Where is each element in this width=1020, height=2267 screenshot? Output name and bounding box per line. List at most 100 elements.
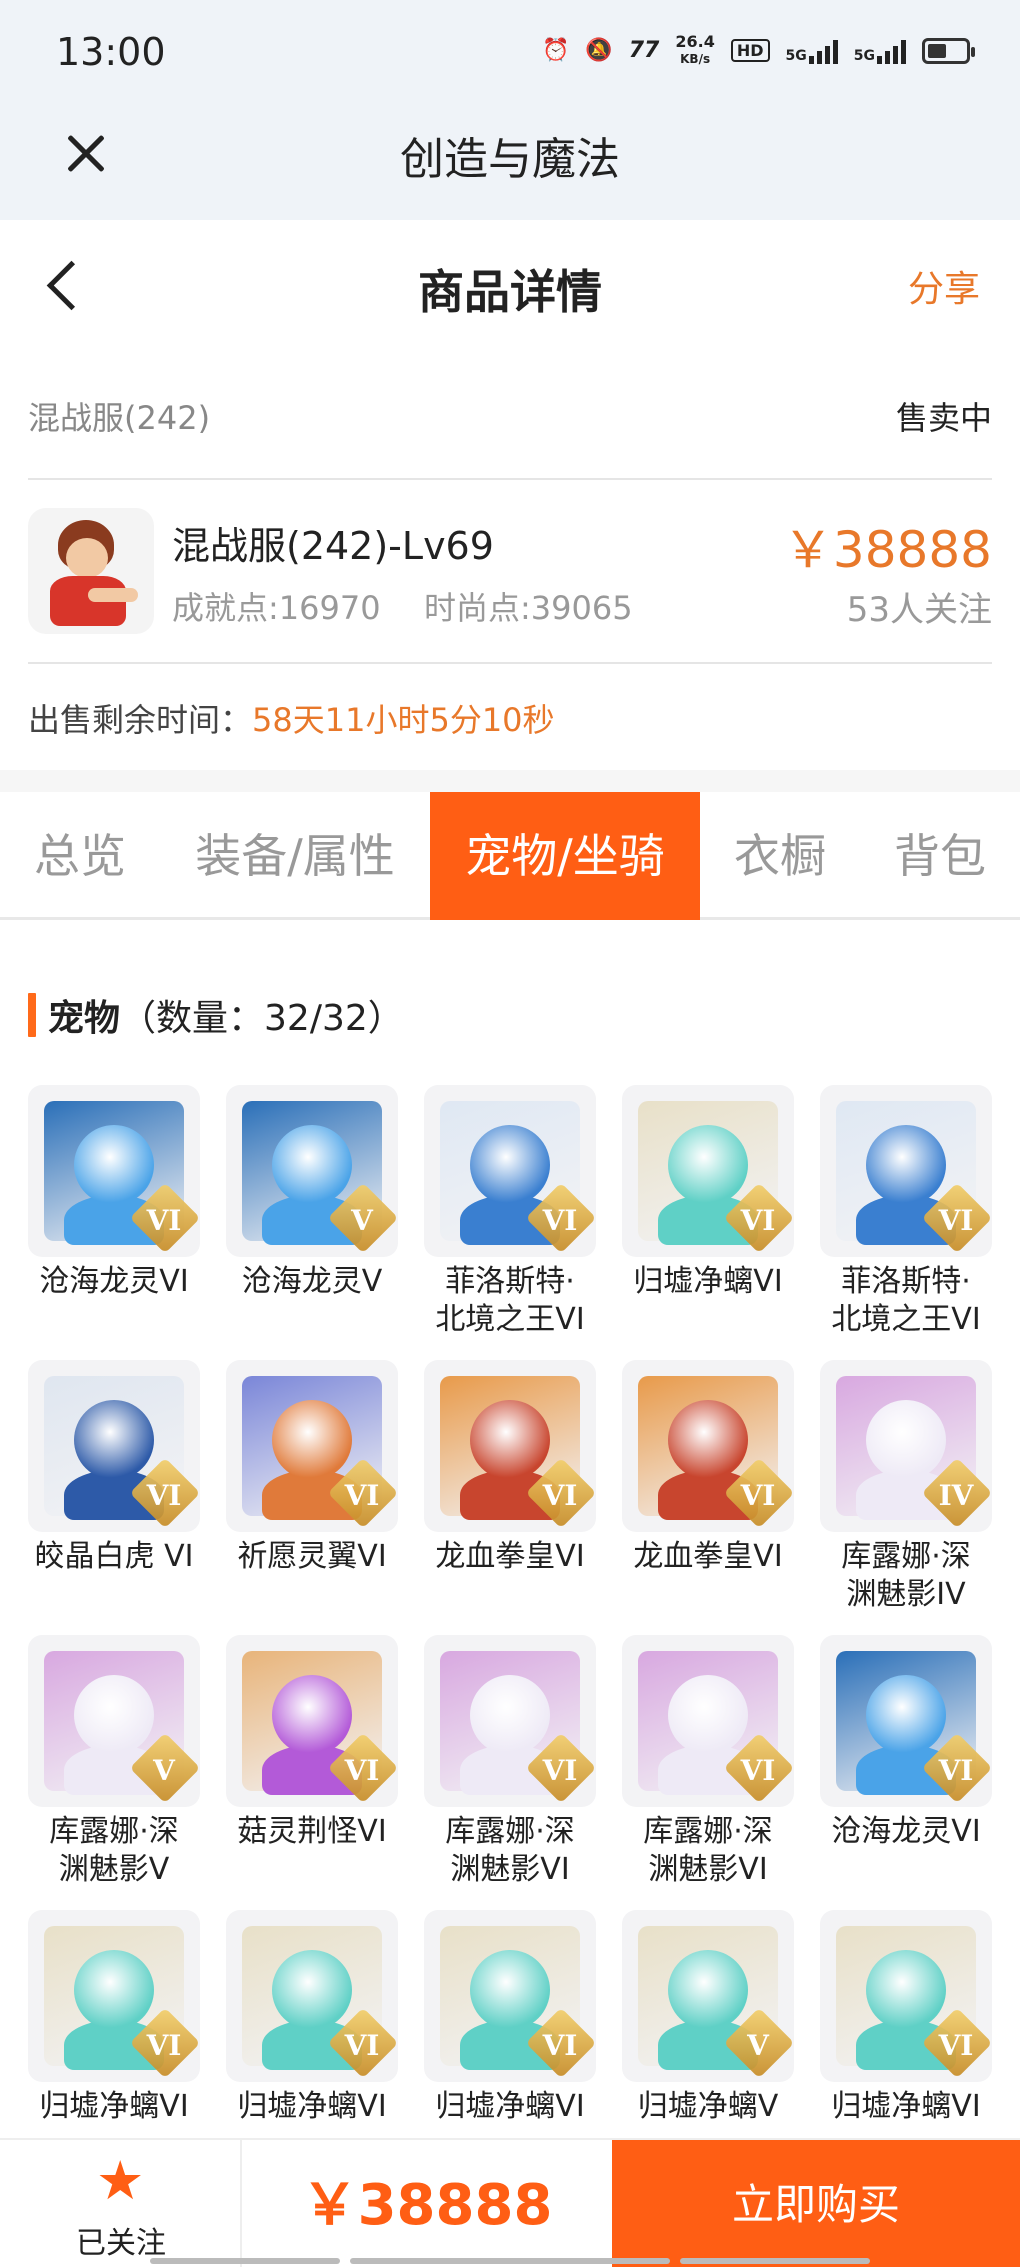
pet-card[interactable]: VI 归墟净螭VI bbox=[226, 1910, 398, 2126]
grade-badge-text: VI bbox=[740, 1479, 776, 1512]
grade-badge-text: VI bbox=[740, 1204, 776, 1237]
pet-card[interactable]: VI 菲洛斯特· 北境之王VI bbox=[424, 1085, 596, 1339]
grade-badge-text: VI bbox=[542, 1479, 578, 1512]
pet-card[interactable]: IV 库露娜·深 渊魅影IV bbox=[820, 1360, 992, 1614]
pet-image: VI bbox=[820, 1085, 992, 1257]
signal-bars-icon bbox=[808, 38, 838, 64]
pet-name: 菲洛斯特· 北境之王VI bbox=[831, 1264, 981, 1337]
grade-badge-text: VI bbox=[542, 1754, 578, 1787]
tab-wardrobe[interactable]: 衣橱 bbox=[700, 792, 860, 920]
signal-2-label: 5G bbox=[853, 47, 875, 64]
pet-card[interactable]: VI 沧海龙灵VI bbox=[28, 1085, 200, 1301]
star-icon: ★ bbox=[96, 2149, 145, 2212]
pet-name: 龙血拳皇VI bbox=[633, 1539, 783, 1574]
pet-image: VI bbox=[622, 1635, 794, 1807]
pet-name: 归墟净螭VI bbox=[237, 2089, 387, 2124]
hd-icon: HD bbox=[730, 39, 770, 62]
fashion-points: 时尚点:39065 bbox=[424, 589, 633, 627]
grade-badge-text: V bbox=[351, 1204, 373, 1237]
home-indicator bbox=[350, 2258, 670, 2264]
signal-1: 5G bbox=[786, 38, 838, 64]
grade-badge-text: VI bbox=[740, 1754, 776, 1787]
pet-name: 归墟净螭VI bbox=[633, 1264, 783, 1299]
pet-name: 库露娜·深 渊魅影IV bbox=[841, 1539, 971, 1612]
pet-card[interactable]: VI 沧海龙灵VI bbox=[820, 1635, 992, 1851]
pet-card[interactable]: VI 库露娜·深 渊魅影VI bbox=[622, 1635, 794, 1889]
battery-icon bbox=[922, 37, 975, 64]
pet-name: 库露娜·深 渊魅影VI bbox=[445, 1814, 575, 1887]
net-speed: 26.4 KB/s bbox=[675, 34, 714, 67]
remaining-time-label: 出售剩余时间： bbox=[28, 701, 253, 739]
pet-name: 库露娜·深 渊魅影V bbox=[49, 1814, 179, 1887]
follow-button[interactable]: ★ 已关注 bbox=[0, 2140, 242, 2267]
page-nav: 商品详情 分享 bbox=[0, 220, 1020, 350]
pet-name: 祈愿灵翼VI bbox=[237, 1539, 387, 1574]
tab-overview[interactable]: 总览 bbox=[0, 792, 160, 920]
pet-image: VI bbox=[28, 1910, 200, 2082]
pet-card[interactable]: VI 库露娜·深 渊魅影VI bbox=[424, 1635, 596, 1889]
pet-image: VI bbox=[424, 1635, 596, 1807]
nfc-icon: 77 bbox=[628, 38, 660, 63]
grade-badge-text: VI bbox=[146, 2029, 182, 2062]
product-name: 混战服(242)-Lv69 bbox=[172, 524, 494, 568]
status-time: 13:00 bbox=[56, 30, 166, 74]
pet-name: 归墟净螭VI bbox=[831, 2089, 981, 2124]
divider bbox=[28, 662, 992, 664]
pet-image: VI bbox=[622, 1360, 794, 1532]
pet-card[interactable]: VI 归墟净螭VI bbox=[424, 1910, 596, 2126]
buy-now-button[interactable]: 立即购买 bbox=[612, 2140, 1020, 2267]
pet-image: VI bbox=[424, 1360, 596, 1532]
pet-card[interactable]: VI 菲洛斯特· 北境之王VI bbox=[820, 1085, 992, 1339]
grade-badge-text: V bbox=[747, 2029, 769, 2062]
pet-name: 菲洛斯特· 北境之王VI bbox=[435, 1264, 585, 1337]
bottom-price: ￥38888 bbox=[301, 2173, 553, 2238]
grade-badge-text: VI bbox=[344, 1479, 380, 1512]
tab-bar: 总览 装备/属性 宠物/坐骑 衣橱 背包 bbox=[0, 792, 1020, 920]
status-icons: ⏰ 🔕 77 26.4 KB/s HD 5G 5G bbox=[542, 34, 975, 67]
grade-badge-text: VI bbox=[542, 2029, 578, 2062]
pet-card[interactable]: VI 归墟净螭VI bbox=[28, 1910, 200, 2126]
grade-badge-text: IV bbox=[938, 1479, 974, 1512]
tab-pets-mounts[interactable]: 宠物/坐骑 bbox=[430, 792, 700, 920]
sale-status: 售卖中 bbox=[895, 399, 992, 437]
grade-badge-text: VI bbox=[146, 1204, 182, 1237]
pet-image: VI bbox=[622, 1085, 794, 1257]
mute-icon: 🔕 bbox=[585, 38, 613, 63]
pet-image: V bbox=[28, 1635, 200, 1807]
pet-image: IV bbox=[820, 1360, 992, 1532]
pet-name: 归墟净螭VI bbox=[435, 2089, 585, 2124]
section-marker bbox=[28, 993, 36, 1037]
home-indicator bbox=[150, 2258, 340, 2264]
pet-image: VI bbox=[226, 1910, 398, 2082]
pet-card[interactable]: VI 归墟净螭VI bbox=[622, 1085, 794, 1301]
pet-card[interactable]: VI 归墟净螭VI bbox=[820, 1910, 992, 2126]
pet-card[interactable]: VI 祈愿灵翼VI bbox=[226, 1360, 398, 1576]
pet-image: VI bbox=[28, 1360, 200, 1532]
pet-card[interactable]: VI 菇灵荆怪VI bbox=[226, 1635, 398, 1851]
pet-name: 归墟净螭VI bbox=[39, 2089, 189, 2124]
pet-name: 龙血拳皇VI bbox=[435, 1539, 585, 1574]
pet-image: VI bbox=[820, 1910, 992, 2082]
pet-card[interactable]: V 归墟净螭V bbox=[622, 1910, 794, 2126]
server-row: 混战服(242) 售卖中 bbox=[28, 385, 992, 445]
section-gap bbox=[0, 770, 1020, 792]
share-button[interactable]: 分享 bbox=[908, 260, 980, 312]
pet-image: VI bbox=[820, 1635, 992, 1807]
grade-badge-text: VI bbox=[542, 1204, 578, 1237]
pet-card[interactable]: V 库露娜·深 渊魅影V bbox=[28, 1635, 200, 1889]
home-indicator bbox=[680, 2258, 870, 2264]
divider bbox=[28, 478, 992, 480]
app-bar: 创造与魔法 bbox=[0, 105, 1020, 220]
grade-badge-text: VI bbox=[146, 1479, 182, 1512]
pet-image: VI bbox=[28, 1085, 200, 1257]
pet-card[interactable]: V 沧海龙灵V bbox=[226, 1085, 398, 1301]
pet-card[interactable]: VI 龙血拳皇VI bbox=[622, 1360, 794, 1576]
pet-name: 皎晶白虎 VI bbox=[34, 1539, 194, 1574]
tab-backpack[interactable]: 背包 bbox=[860, 792, 1020, 920]
product-price: ￥38888 bbox=[782, 521, 992, 579]
pet-image: V bbox=[226, 1085, 398, 1257]
tab-equipment[interactable]: 装备/属性 bbox=[170, 792, 420, 920]
follow-label: 已关注 bbox=[76, 2226, 166, 2261]
pet-card[interactable]: VI 皎晶白虎 VI bbox=[28, 1360, 200, 1576]
pet-card[interactable]: VI 龙血拳皇VI bbox=[424, 1360, 596, 1576]
